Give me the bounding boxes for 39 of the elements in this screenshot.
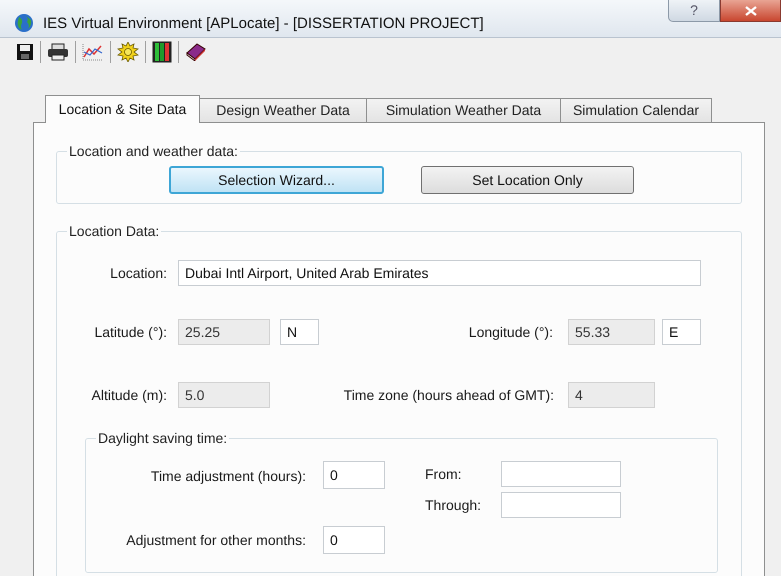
line-chart-icon[interactable] bbox=[82, 43, 104, 61]
group-legend: Daylight saving time: bbox=[96, 428, 230, 449]
input-field[interactable] bbox=[501, 492, 621, 518]
input-field[interactable]: E bbox=[662, 319, 701, 345]
field-label: Adjustment for other months: bbox=[125, 530, 306, 550]
sun-icon[interactable] bbox=[117, 42, 139, 62]
field-label: Through: bbox=[425, 496, 482, 515]
close-button[interactable] bbox=[720, 0, 781, 22]
close-icon bbox=[744, 6, 756, 16]
group-legend: Location and weather data: bbox=[67, 141, 240, 162]
printer-icon[interactable] bbox=[47, 43, 69, 61]
tab[interactable]: Simulation Calendar bbox=[560, 98, 712, 123]
globe-icon bbox=[14, 13, 34, 33]
field-label: Altitude (m): bbox=[90, 386, 167, 405]
book-icon[interactable] bbox=[185, 43, 207, 61]
tab[interactable]: Design Weather Data bbox=[199, 98, 367, 123]
input-field[interactable]: 5.0 bbox=[178, 382, 270, 408]
input-field[interactable]: 25.25 bbox=[178, 319, 270, 345]
input-field[interactable]: 0 bbox=[323, 526, 385, 554]
input-field[interactable]: Dubai Intl Airport, United Arab Emirates bbox=[178, 260, 701, 286]
bar-grid-icon[interactable] bbox=[152, 41, 172, 63]
group-legend: Location Data: bbox=[67, 221, 162, 242]
window-title: IES Virtual Environment [APLocate] - [DISSERTATION PROJECT] bbox=[43, 14, 484, 34]
input-field[interactable]: 55.33 bbox=[568, 319, 655, 345]
button[interactable]: Selection Wizard... bbox=[169, 166, 384, 194]
input-field[interactable]: N bbox=[280, 319, 319, 345]
input-field[interactable]: 0 bbox=[323, 461, 385, 489]
field-label: Location: bbox=[109, 264, 167, 282]
tab[interactable]: Simulation Weather Data bbox=[366, 98, 561, 123]
field-label: Latitude (°): bbox=[93, 322, 167, 342]
field-label: From: bbox=[425, 464, 463, 484]
input-field[interactable]: 4 bbox=[568, 382, 655, 408]
field-label: Time adjustment (hours): bbox=[150, 467, 306, 486]
field-label: Time zone (hours ahead of GMT): bbox=[342, 386, 554, 405]
field-label: Longitude (°): bbox=[468, 322, 553, 342]
tab[interactable]: Location & Site Data bbox=[45, 95, 200, 123]
help-button[interactable]: ? bbox=[668, 0, 720, 22]
button[interactable]: Set Location Only bbox=[421, 166, 634, 194]
input-field[interactable] bbox=[501, 461, 621, 487]
